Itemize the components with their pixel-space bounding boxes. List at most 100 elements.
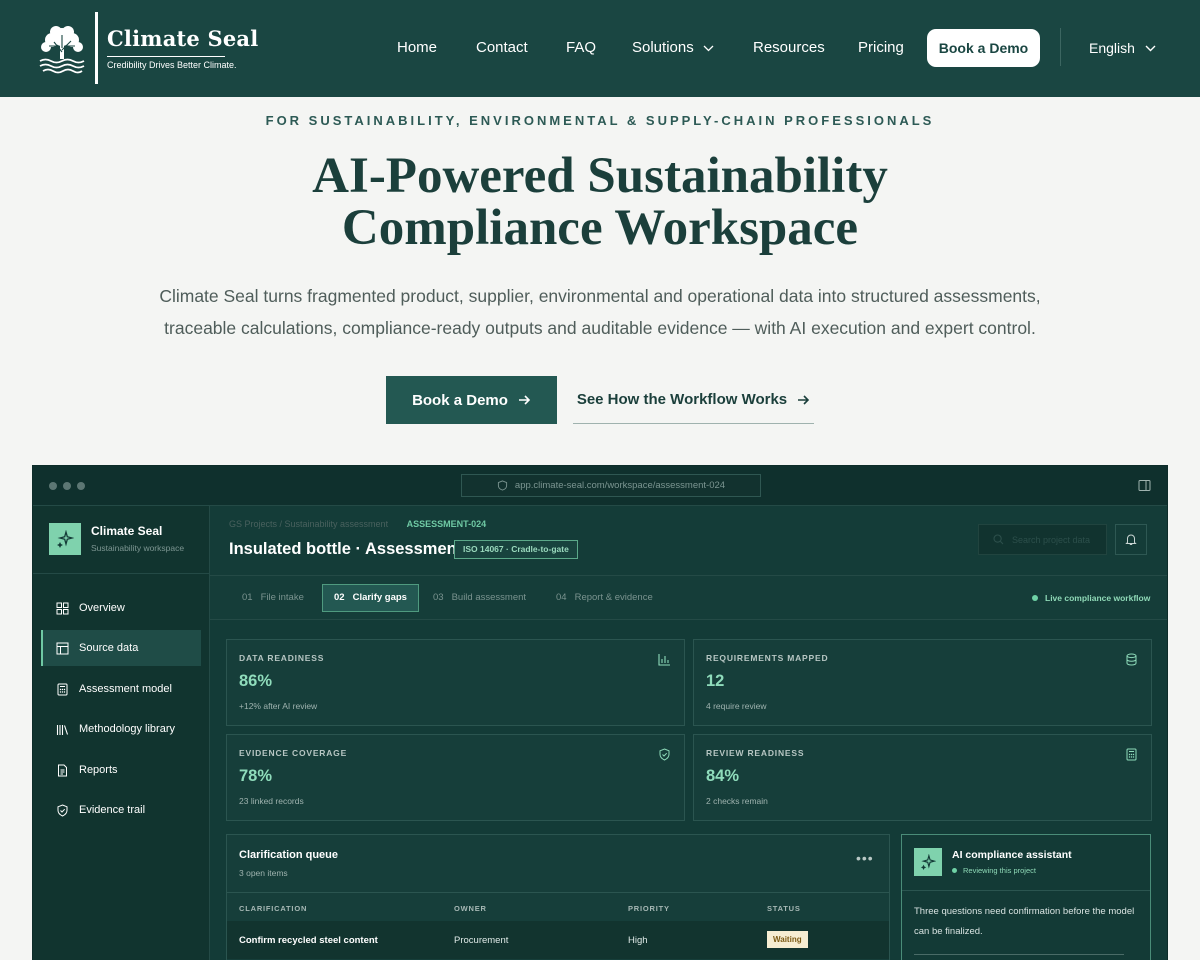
sidebar-item-assessment-model[interactable]: Assessment model: [41, 671, 201, 707]
sidebar-item-label: Reports: [79, 764, 118, 776]
more-options-icon[interactable]: •••: [856, 851, 874, 865]
nav-pricing[interactable]: Pricing: [858, 29, 904, 67]
app-sidebar: Climate Seal Sustainability workspace Ov…: [33, 506, 210, 960]
book-demo-label: Book a Demo: [412, 391, 508, 409]
tree-logo-icon: [39, 26, 85, 74]
nav-home[interactable]: Home: [397, 29, 437, 67]
sidebar-item-label: Assessment model: [79, 683, 172, 695]
report-icon: [58, 764, 67, 776]
divider: [914, 954, 1124, 955]
sparkle-logo-icon: [49, 523, 81, 555]
workflow-tabs: 01 File intake 02 Clarify gaps 03 Build ass…: [210, 576, 1167, 620]
project-title: Insulated bottle · Assessment: [229, 540, 463, 558]
sidebar-item-overview[interactable]: Overview: [41, 590, 201, 626]
hero-headline-line-2: Compliance Workspace: [341, 200, 859, 256]
kpi-card-review-readiness: REVIEW READINESS 84% 2 checks remain: [693, 734, 1152, 821]
kpi-note: 2 checks remain: [706, 796, 768, 806]
tab-file-intake[interactable]: 01 File intake: [231, 584, 315, 612]
live-status: Live compliance workflow: [1032, 593, 1150, 603]
shield-icon: [497, 480, 508, 491]
project-search-input[interactable]: Search project data: [978, 524, 1107, 555]
table-row[interactable]: Confirm recycled steel content Procureme…: [227, 921, 889, 959]
bar-chart-icon: [658, 654, 670, 666]
hero-description-line-1: Climate Seal turns fragmented product, s…: [159, 286, 1041, 306]
kpi-label: DATA READINESS: [239, 653, 325, 663]
nav-faq[interactable]: FAQ: [566, 29, 596, 67]
clarification-queue: Clarification queue 3 open items ••• CLA…: [226, 834, 890, 960]
tab-label: Clarify gaps: [352, 592, 407, 603]
nav-solutions-label: Solutions: [632, 39, 694, 56]
sidebar-item-label: Evidence trail: [79, 804, 146, 816]
tab-number: 01: [242, 592, 253, 603]
logo-tagline: Credibility Drives Better Climate.: [107, 60, 237, 70]
window-dot: [49, 482, 57, 490]
arrow-right-icon: [798, 394, 810, 405]
library-icon: [56, 724, 69, 735]
search-icon: [993, 534, 1004, 545]
book-demo-nav-button[interactable]: Book a Demo: [927, 29, 1040, 67]
address-bar[interactable]: app.climate-seal.com/workspace/assessmen…: [461, 474, 761, 497]
breadcrumb-parent[interactable]: GS Projects / Sustainability assessment: [229, 519, 388, 529]
column-header: OWNER: [454, 904, 487, 913]
sidebar-item-methodology-library[interactable]: Methodology library: [41, 711, 201, 747]
tab-clarify-gaps[interactable]: 02 Clarify gaps: [322, 584, 419, 612]
database-icon: [1126, 653, 1137, 666]
kpi-value: 78%: [239, 767, 273, 785]
assistant-status: Reviewing this project: [952, 866, 1036, 875]
logo[interactable]: Climate Seal Credibility Drives Better C…: [34, 12, 258, 84]
hero-eyebrow: FOR SUSTAINABILITY, ENVIRONMENTAL & SUPP…: [265, 113, 935, 128]
column-header: CLARIFICATION: [239, 904, 308, 913]
sidebar-item-label: Overview: [79, 602, 125, 614]
nav-resources[interactable]: Resources: [753, 29, 825, 67]
standard-badge: ISO 14067 · Cradle-to-gate: [454, 540, 578, 559]
assistant-status-label: Reviewing this project: [963, 866, 1036, 875]
logo-name: Climate Seal: [107, 26, 259, 51]
queue-title: Clarification queue: [239, 849, 339, 861]
tab-number: 04: [556, 592, 567, 603]
kpi-card-evidence-coverage: EVIDENCE COVERAGE 78% 23 linked records: [226, 734, 685, 821]
sidebar-item-label: Methodology library: [79, 723, 175, 735]
kpi-card-requirements-mapped: REQUIREMENTS MAPPED 12 4 require review: [693, 639, 1152, 726]
calculator-icon: [57, 683, 68, 695]
shield-check-icon: [659, 748, 670, 761]
tab-build-assessment[interactable]: 03 Build assessment: [422, 584, 537, 612]
cell-owner: Procurement: [454, 935, 509, 946]
kpi-note: 23 linked records: [239, 796, 304, 806]
notifications-button[interactable]: [1115, 524, 1147, 555]
assistant-message: Three questions need confirmation before…: [914, 906, 1135, 937]
queue-subtitle: 3 open items: [239, 868, 288, 878]
nav-divider: [1060, 28, 1061, 66]
kpi-value: 12: [706, 672, 725, 690]
sidebar-toggle-icon[interactable]: [1138, 479, 1151, 492]
nav-contact[interactable]: Contact: [476, 29, 528, 67]
hero-headline: AI-Powered Sustainability Compliance Wor…: [0, 150, 1200, 254]
book-demo-button[interactable]: Book a Demo: [386, 376, 557, 424]
kpi-label: REQUIREMENTS MAPPED: [706, 653, 829, 663]
app-preview-window: app.climate-seal.com/workspace/assessmen…: [32, 465, 1168, 960]
live-status-label: Live compliance workflow: [1045, 593, 1151, 603]
see-workflow-link[interactable]: See How the Workflow Works: [573, 376, 814, 424]
hero-description: Climate Seal turns fragmented product, s…: [150, 280, 1050, 344]
breadcrumb: GS Projects / Sustainability assessment …: [229, 519, 486, 529]
sidebar-item-evidence-trail[interactable]: Evidence trail: [41, 792, 201, 828]
kpi-card-data-readiness: DATA READINESS 86% +12% after AI review: [226, 639, 685, 726]
tab-label: Build assessment: [451, 592, 527, 603]
site-header: Climate Seal Credibility Drives Better C…: [0, 0, 1200, 97]
hero-description-line-2: traceable calculations, compliance-ready…: [164, 318, 1036, 338]
logo-divider: [95, 12, 98, 84]
queue-table-header: CLARIFICATION OWNER PRIORITY STATUS: [227, 892, 889, 921]
project-header: GS Projects / Sustainability assessment …: [210, 506, 1167, 576]
table-icon: [56, 642, 69, 654]
language-selector[interactable]: English: [1089, 29, 1156, 67]
chevron-down-icon: [1145, 45, 1156, 52]
nav-solutions[interactable]: Solutions: [632, 29, 714, 67]
cell-clarification: Confirm recycled steel content: [239, 935, 378, 946]
kpi-label: EVIDENCE COVERAGE: [239, 748, 348, 758]
tab-report-evidence[interactable]: 04 Report & evidence: [545, 584, 664, 612]
sidebar-item-reports[interactable]: Reports: [41, 752, 201, 788]
calculator-icon: [1126, 748, 1137, 761]
sidebar-item-source-data[interactable]: Source data: [41, 630, 201, 666]
status-dot: [952, 868, 957, 873]
kpi-value: 84%: [706, 767, 740, 785]
workspace-brand-name: Climate Seal: [91, 524, 163, 538]
